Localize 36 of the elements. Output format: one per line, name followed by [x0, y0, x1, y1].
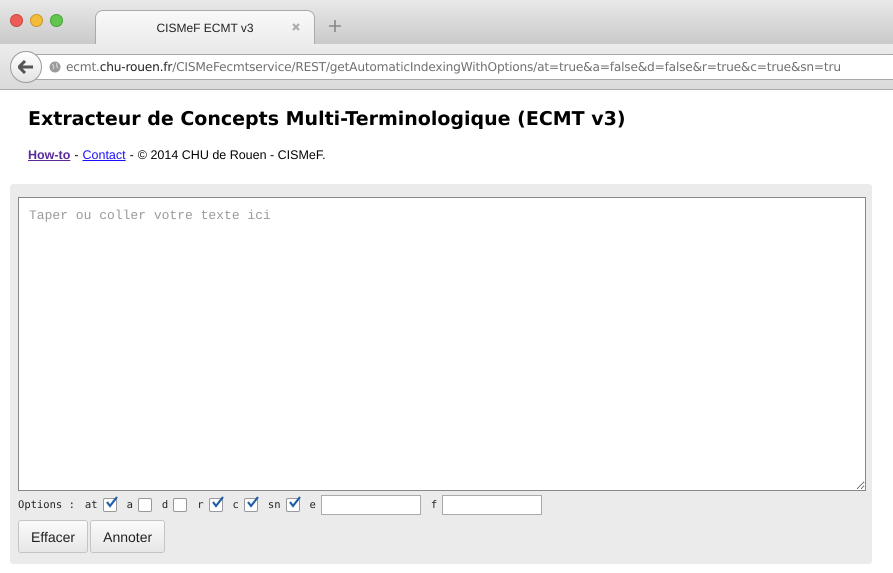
- text-field[interactable]: [320, 495, 421, 515]
- separator-text: -: [74, 148, 79, 162]
- checkbox[interactable]: [138, 498, 152, 512]
- zoom-window-button[interactable]: [50, 14, 63, 27]
- option-label: f: [430, 499, 438, 511]
- option-label: a: [126, 499, 133, 511]
- page-title: Extracteur de Concepts Multi-Terminologique (ECMT v3): [28, 108, 626, 130]
- new-tab-icon[interactable]: [329, 20, 341, 32]
- address-field[interactable]: ecmt.chu-rouen.fr/CISMeFecmtservice/REST/getAutomaticIndexingWithOptions/at=true&a=false&d=false&r=true&c=true&sn=tru: [36, 54, 893, 80]
- browser-tab[interactable]: CISMeF ECMT v3: [95, 10, 315, 44]
- close-tab-icon[interactable]: [292, 23, 300, 31]
- checkbox[interactable]: [208, 498, 223, 512]
- option-label: sn: [268, 499, 281, 511]
- close-window-button[interactable]: [10, 14, 23, 27]
- options-label: Options :: [18, 499, 75, 511]
- option-label: r: [197, 499, 204, 511]
- action-button[interactable]: Effacer: [18, 520, 88, 553]
- option-label: c: [232, 499, 239, 511]
- globe-icon: [49, 60, 61, 72]
- checkbox[interactable]: [173, 498, 188, 512]
- option-label: e: [310, 499, 316, 511]
- separator-text: -: [130, 148, 134, 162]
- text-field[interactable]: [442, 495, 542, 515]
- option-label: at: [84, 499, 98, 511]
- back-arrow-icon: [18, 60, 34, 74]
- minimize-window-button[interactable]: [30, 14, 43, 27]
- checkbox[interactable]: [244, 498, 258, 512]
- link[interactable]: How-to: [28, 148, 70, 162]
- text-input-area[interactable]: Taper ou coller votre texte ici: [18, 197, 866, 491]
- option-label: d: [162, 499, 168, 511]
- back-button[interactable]: [10, 50, 42, 82]
- link[interactable]: Contact: [82, 148, 126, 162]
- checkbox[interactable]: [102, 498, 117, 512]
- copyright-text: © 2014 CHU de Rouen - CISMeF.: [138, 148, 326, 162]
- action-button[interactable]: Annoter: [90, 520, 166, 553]
- checkbox[interactable]: [286, 498, 300, 512]
